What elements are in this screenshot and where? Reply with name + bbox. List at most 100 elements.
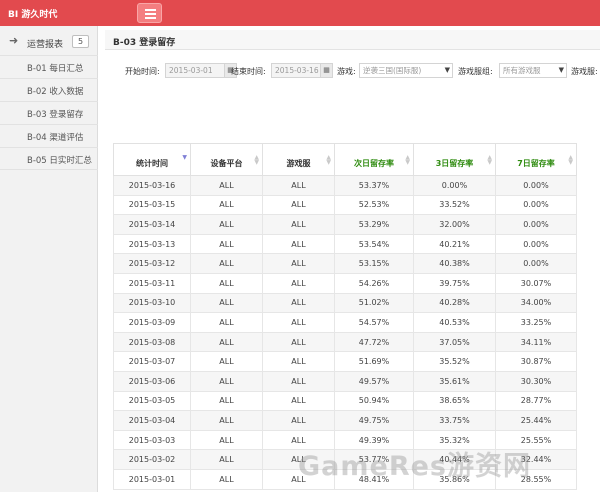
cell-day7-retention: 34.11%: [495, 331, 577, 353]
cell-day3-retention: 32.00%: [413, 214, 496, 235]
game-label: 游戏:: [337, 67, 356, 76]
sidebar-item-b01[interactable]: B-01 每日汇总: [0, 55, 98, 78]
cell-date: 2015-03-03: [113, 429, 191, 451]
menu-toggle-button[interactable]: [137, 3, 162, 23]
cell-day1-retention: 51.69%: [334, 351, 414, 372]
sidebar-item-label: B-04 渠道评估: [27, 133, 84, 143]
column-header-platform[interactable]: 设备平台 ▲ ▼: [190, 143, 263, 176]
watermark: GameRes游资网: [298, 451, 532, 482]
page-title: B-03 登录留存: [113, 38, 176, 48]
table-row[interactable]: 2015-03-13 ALL ALL 53.54% 40.21% 0.00%: [113, 233, 577, 255]
cell-date: 2015-03-07: [113, 351, 191, 372]
cell-day3-retention: 0.00%: [413, 175, 496, 196]
cell-date: 2015-03-04: [113, 410, 191, 431]
table-row[interactable]: 2015-03-14 ALL ALL 53.29% 32.00% 0.00%: [113, 214, 577, 235]
cell-server: ALL: [262, 312, 335, 333]
calendar-icon[interactable]: ▦: [320, 64, 332, 77]
cell-day1-retention: 49.75%: [334, 410, 414, 431]
start-date-value: 2015-03-01: [169, 66, 213, 75]
cell-day3-retention: 39.75%: [413, 272, 496, 294]
sidebar-section-label: 运营报表: [27, 40, 64, 50]
sidebar-count-badge: 5: [72, 35, 89, 48]
table-body: 2015-03-16 ALL ALL 53.37% 0.00% 0.00% 2015-03-…: [113, 175, 577, 490]
column-header-server[interactable]: 游戏服 ▲ ▼: [262, 143, 335, 176]
cell-date: 2015-03-14: [113, 214, 191, 235]
table-header-row: 统计时间 ▼ 设备平台 ▲ ▼ 游戏服 ▲ ▼ 次日留存率 ▲ ▼ 3日留存率 ▲: [113, 143, 577, 176]
start-date-label: 开始时间:: [125, 67, 160, 76]
cell-server: ALL: [262, 331, 335, 353]
table-row[interactable]: 2015-03-15 ALL ALL 52.53% 33.52% 0.00%: [113, 194, 577, 216]
sort-icon[interactable]: ▲ ▼: [487, 155, 492, 166]
table-row[interactable]: 2015-03-11 ALL ALL 54.26% 39.75% 30.07%: [113, 272, 577, 294]
sort-desc-icon[interactable]: ▼: [182, 155, 187, 161]
sidebar-item-label: B-01 每日汇总: [27, 64, 84, 74]
column-header-label: 设备平台: [210, 159, 243, 168]
column-header-date[interactable]: 统计时间 ▼: [113, 143, 191, 176]
cell-date: 2015-03-15: [113, 194, 191, 216]
cell-server: ALL: [262, 253, 335, 274]
cell-date: 2015-03-02: [113, 449, 191, 470]
server-group-select[interactable]: 所有游戏服 ▼: [499, 63, 567, 78]
table-row[interactable]: 2015-03-12 ALL ALL 53.15% 40.38% 0.00%: [113, 253, 577, 274]
sort-icon[interactable]: ▲ ▼: [405, 155, 410, 166]
sidebar-item-b05[interactable]: B-05 日实时汇总: [0, 147, 98, 170]
filter-bar: 开始时间: 2015-03-01 ▦ 结束时间: 2015-03-16 ▦ 游戏…: [105, 58, 600, 84]
cell-date: 2015-03-06: [113, 370, 191, 392]
column-header-label: 7日留存率: [517, 159, 555, 168]
sort-icon[interactable]: ▲ ▼: [254, 155, 259, 166]
table-row[interactable]: 2015-03-04 ALL ALL 49.75% 33.75% 25.44%: [113, 410, 577, 431]
table-row[interactable]: 2015-03-16 ALL ALL 53.37% 0.00% 0.00%: [113, 175, 577, 196]
sort-icon[interactable]: ▲ ▼: [326, 155, 331, 166]
app-brand[interactable]: BI 游久时代: [8, 7, 57, 20]
column-header-day3-retention[interactable]: 3日留存率 ▲ ▼: [413, 143, 496, 176]
start-date-input[interactable]: 2015-03-01 ▦: [165, 63, 237, 78]
cell-day1-retention: 52.53%: [334, 194, 414, 216]
table-row[interactable]: 2015-03-05 ALL ALL 50.94% 38.65% 28.77%: [113, 390, 577, 412]
cell-date: 2015-03-05: [113, 390, 191, 412]
table-row[interactable]: 2015-03-08 ALL ALL 47.72% 37.05% 34.11%: [113, 331, 577, 353]
cell-platform: ALL: [190, 214, 263, 235]
cell-server: ALL: [262, 272, 335, 294]
cell-day3-retention: 37.05%: [413, 331, 496, 353]
game-select[interactable]: 逆袭三国(国际服) ▼: [359, 63, 453, 78]
column-header-day7-retention[interactable]: 7日留存率 ▲ ▼: [495, 143, 577, 176]
cell-date: 2015-03-13: [113, 233, 191, 255]
cell-server: ALL: [262, 351, 335, 372]
sidebar-item-b02[interactable]: B-02 收入数据: [0, 78, 98, 101]
cell-day3-retention: 40.21%: [413, 233, 496, 255]
server-label: 游戏服:: [571, 67, 598, 76]
cell-platform: ALL: [190, 272, 263, 294]
cell-server: ALL: [262, 175, 335, 196]
cell-day1-retention: 54.57%: [334, 312, 414, 333]
cell-day1-retention: 54.26%: [334, 272, 414, 294]
cell-platform: ALL: [190, 292, 263, 314]
column-header-day1-retention[interactable]: 次日留存率 ▲ ▼: [334, 143, 414, 176]
cell-day1-retention: 50.94%: [334, 390, 414, 412]
cell-day1-retention: 53.29%: [334, 214, 414, 235]
table-row[interactable]: 2015-03-10 ALL ALL 51.02% 40.28% 34.00%: [113, 292, 577, 314]
sort-icon[interactable]: ▲ ▼: [568, 155, 573, 166]
cell-day3-retention: 35.61%: [413, 370, 496, 392]
sidebar-item-b03[interactable]: B-03 登录留存: [0, 101, 98, 124]
table-row[interactable]: 2015-03-09 ALL ALL 54.57% 40.53% 33.25%: [113, 312, 577, 333]
sidebar-item-label: B-02 收入数据: [27, 87, 84, 97]
cell-day7-retention: 0.00%: [495, 253, 577, 274]
sidebar-section-reports[interactable]: ➜ 运营报表 5: [0, 32, 98, 52]
sidebar: ➜ 运营报表 5 B-01 每日汇总 B-02 收入数据 B-03 登录留存 B…: [0, 26, 98, 492]
sidebar-item-label: B-03 登录留存: [27, 110, 84, 120]
sidebar-item-b04[interactable]: B-04 渠道评估: [0, 124, 98, 147]
cell-platform: ALL: [190, 253, 263, 274]
column-header-label: 次日留存率: [354, 159, 394, 168]
cell-day7-retention: 0.00%: [495, 233, 577, 255]
sidebar-item-label: B-05 日实时汇总: [27, 156, 92, 166]
end-date-input[interactable]: 2015-03-16 ▦: [271, 63, 333, 78]
cell-platform: ALL: [190, 331, 263, 353]
cell-day7-retention: 28.77%: [495, 390, 577, 412]
cell-day7-retention: 33.25%: [495, 312, 577, 333]
table-row[interactable]: 2015-03-07 ALL ALL 51.69% 35.52% 30.87%: [113, 351, 577, 372]
hamburger-icon-bar: [145, 13, 156, 15]
table-row[interactable]: 2015-03-06 ALL ALL 49.57% 35.61% 30.30%: [113, 370, 577, 392]
cell-date: 2015-03-16: [113, 175, 191, 196]
cell-day3-retention: 40.53%: [413, 312, 496, 333]
cell-day7-retention: 30.30%: [495, 370, 577, 392]
